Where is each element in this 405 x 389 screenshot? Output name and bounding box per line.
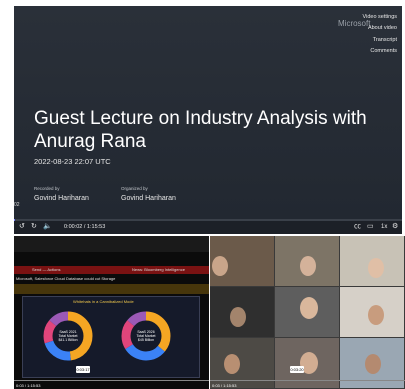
donut-charts [43,311,171,361]
bloomberg-header-bar: Send — Actions News: Bloomberg Intellige… [14,266,209,274]
participant-tile [210,287,274,337]
forward-icon[interactable]: ↻ [31,223,37,231]
time-display: 0:00:02 / 1:15:53 [64,224,106,230]
player-controls: ↺ ↻ 🔈 0:00:02 / 1:15:53 ㏄ ▭ 1x ⚙ [14,219,402,234]
participant-tile [275,236,339,286]
video-player[interactable]: Video settings About video Microsoft Tra… [14,6,402,234]
rewind-icon[interactable]: ↺ [19,223,25,231]
volume-icon[interactable]: 🔈 [43,223,52,231]
thumbnail-track [210,380,405,381]
thumbnail-timestamp: 0:03:17 [76,366,90,373]
about-video-menu-item[interactable]: About video [368,25,397,31]
chart-panel: Whitehats in a Cannibalized Mode SaaS 20… [22,296,200,378]
playback-speed[interactable]: 1x [381,223,387,231]
news-subheader: Microsoft, Salesforce Cloud Database cou… [16,276,116,281]
video-frame[interactable]: Video settings About video Microsoft Tra… [14,6,402,219]
header-left-text: Send — Actions [32,267,61,272]
gear-icon[interactable]: ⚙ [392,223,398,231]
recorded-by-label: Recorded by [34,186,60,191]
comments-menu-item[interactable]: Comments [370,48,397,54]
video-date: 2022-08-23 22:07 UTC [34,157,111,166]
donut-right-label: SaaS 2026 Total Market $45 Billion [136,330,156,342]
thumbnail-screen-share[interactable]: Send — Actions News: Bloomberg Intellige… [14,236,209,389]
participant-tile [210,236,274,286]
donut-left-label: SaaS 2021 Total Market $41.1 Billion [58,330,78,342]
thumbnail-time: 0:03 / 1:15:53 [212,383,237,388]
brand-watermark: Microsoft [338,19,371,28]
thumbnail-track [14,380,209,381]
recorded-by-name: Govind Hariharan [34,195,89,202]
participant-tile [275,287,339,337]
header-right-text: News: Bloomberg Intelligence [132,267,185,272]
transcript-menu-item[interactable]: Transcript [373,37,397,43]
corner-text: 02 [14,202,20,208]
thumbnail-time: 0:03 / 1:15:53 [16,383,41,388]
organized-by-name: Govind Hariharan [121,195,176,202]
participant-tile [340,287,404,337]
participant-tile [340,236,404,286]
cc-icon[interactable]: ㏄ [354,223,361,231]
thumbnail-video-grid[interactable]: 0:03:20 0:03 / 1:15:53 [210,236,405,389]
captions-icon[interactable]: ▭ [367,223,374,231]
video-title: Guest Lecture on Industry Analysis with … [34,108,367,152]
progress-track[interactable] [14,219,402,221]
organized-by-label: Organized by [121,186,148,191]
thumbnail-timestamp: 0:03:20 [290,366,304,373]
